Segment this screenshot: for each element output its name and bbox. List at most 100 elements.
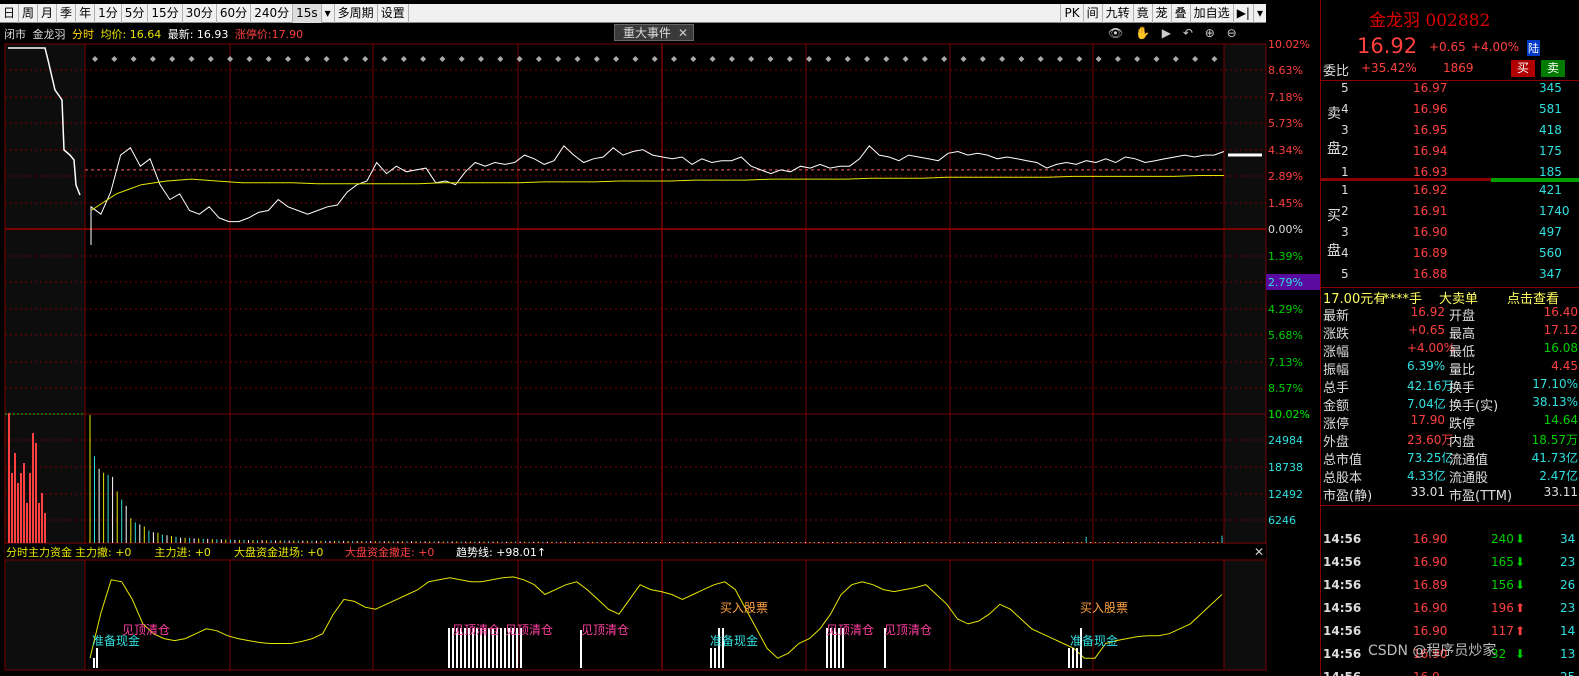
volume-tick-label: 12492 xyxy=(1268,488,1303,501)
bid-price: 16.89 xyxy=(1413,246,1448,260)
stat-value: 4.33亿 xyxy=(1407,469,1446,483)
stat-label: 流通值 xyxy=(1449,453,1489,468)
signal-bar xyxy=(1076,648,1078,668)
ask-price: 16.94 xyxy=(1413,144,1448,158)
weibi-label: 委比 xyxy=(1323,64,1350,79)
signal-bar xyxy=(1072,648,1074,668)
bid-price: 16.88 xyxy=(1413,267,1448,281)
signal-bar xyxy=(448,628,450,668)
price-tick-label: 8.57% xyxy=(1268,382,1303,395)
stat-value: 17.10% xyxy=(1532,377,1578,391)
event-diamond xyxy=(149,56,156,62)
stat-label: 量比 xyxy=(1449,363,1476,378)
stat-label: 市盈(静) xyxy=(1323,489,1373,504)
event-diamond xyxy=(1018,56,1025,62)
stat-label: 流通股 xyxy=(1449,471,1489,486)
stat-label: 跌停 xyxy=(1449,417,1476,432)
trend-line xyxy=(89,576,1223,659)
price-tick-label: 2.79% xyxy=(1268,276,1303,289)
ask-volume: 581 xyxy=(1539,102,1562,116)
tick-volume: 240 xyxy=(1491,532,1514,546)
tick-count: 34 xyxy=(1560,532,1576,546)
signal-annotation: 准备现金 xyxy=(1070,633,1118,648)
stat-value: 16.40 xyxy=(1543,305,1578,319)
sell-button[interactable]: 卖 xyxy=(1541,60,1565,77)
event-diamond xyxy=(825,56,832,62)
ask-level: 4 xyxy=(1341,102,1349,116)
event-diamond xyxy=(420,56,427,62)
event-diamond xyxy=(362,56,369,62)
signal-bar xyxy=(710,648,712,668)
event-diamond xyxy=(593,56,600,62)
weibi-value: 1869 xyxy=(1443,61,1474,75)
tick-time: 14:56 xyxy=(1323,647,1362,661)
bid-label-1: 买 xyxy=(1327,208,1341,224)
stat-label: 振幅 xyxy=(1323,363,1350,378)
event-diamond xyxy=(304,56,311,62)
stat-value: 38.13% xyxy=(1532,395,1578,409)
event-diamond xyxy=(265,56,272,62)
event-diamond xyxy=(1153,56,1160,62)
stat-value: 4.45 xyxy=(1551,359,1578,373)
quote-price: 16.92 xyxy=(1357,34,1418,58)
weibi-pct: +35.42% xyxy=(1361,61,1417,75)
price-tick-label: 7.13% xyxy=(1268,356,1303,369)
ask-level: 5 xyxy=(1341,81,1349,95)
premarket-volume-bar xyxy=(20,473,22,543)
premarket-volume-bar xyxy=(38,503,40,543)
event-diamond xyxy=(941,56,948,62)
tick-volume: 165 xyxy=(1491,555,1514,569)
bid-label-2: 盘 xyxy=(1327,243,1341,259)
event-diamond xyxy=(188,56,195,62)
tick-price: 16.90 xyxy=(1413,532,1448,546)
ask-label-2: 盘 xyxy=(1327,141,1341,157)
tick-time: 14:56 xyxy=(1323,601,1362,615)
event-diamond xyxy=(960,56,967,62)
signal-bar xyxy=(714,648,716,668)
arrow-down-icon: ⬇ xyxy=(1515,555,1526,569)
event-diamond xyxy=(130,56,137,62)
ask-price: 16.93 xyxy=(1413,165,1448,179)
tick-price: 16.9 xyxy=(1413,670,1440,676)
premarket-volume-bar xyxy=(17,483,19,543)
event-diamond xyxy=(555,56,562,62)
intraday-chart[interactable]: 10.02% 8.63% 7.18% 5.73% 4.34% 2.89% 1.45% 0.00… xyxy=(0,0,1320,676)
signal-annotation: 见顶清仓 xyxy=(452,623,500,637)
ask-volume: 175 xyxy=(1539,144,1562,158)
stat-label: 总市值 xyxy=(1323,453,1363,468)
event-diamond xyxy=(535,56,542,62)
premarket-volume-bar xyxy=(23,463,25,543)
bid-level: 4 xyxy=(1341,246,1349,260)
price-tick-label: 7.18% xyxy=(1268,91,1303,104)
volume-tick-label: 18738 xyxy=(1268,461,1303,474)
tick-time: 14:56 xyxy=(1323,624,1362,638)
event-diamond xyxy=(864,56,870,62)
flow-legend-big_exit: 大盘资金撤走: +0 xyxy=(345,545,434,559)
price-tick-label: 4.34% xyxy=(1268,144,1303,157)
event-diamond xyxy=(709,56,716,62)
event-diamond xyxy=(1192,56,1199,62)
premarket-volume-bar xyxy=(8,413,10,543)
event-diamond xyxy=(227,56,234,62)
event-diamond xyxy=(458,56,465,62)
stat-value: 16.92 xyxy=(1410,305,1445,319)
bid-level: 2 xyxy=(1341,204,1349,218)
price-tick-label: 5.68% xyxy=(1268,329,1303,342)
event-diamond xyxy=(921,56,928,62)
arrow-down-icon: ⬇ xyxy=(1515,532,1526,546)
watermark: CSDN @程序员炒家 xyxy=(1368,643,1497,659)
price-tick-label: 8.63% xyxy=(1268,64,1303,77)
buy-button[interactable]: 买 xyxy=(1511,60,1535,77)
price-tick-label: 4.29% xyxy=(1268,303,1303,316)
flow-close-icon: ✕ xyxy=(1254,545,1264,559)
signal-bar xyxy=(96,648,98,668)
ask-price: 16.95 xyxy=(1413,123,1448,137)
stat-value: 41.73亿 xyxy=(1531,451,1578,465)
event-diamond xyxy=(285,56,291,62)
event-diamond xyxy=(381,56,388,62)
event-diamond xyxy=(671,56,677,62)
volume-tick-label: 10.02% xyxy=(1268,408,1310,421)
stat-value: 23.60万 xyxy=(1407,433,1454,447)
arrow-down-icon: ⬇ xyxy=(1515,647,1526,661)
event-diamond xyxy=(883,56,890,62)
